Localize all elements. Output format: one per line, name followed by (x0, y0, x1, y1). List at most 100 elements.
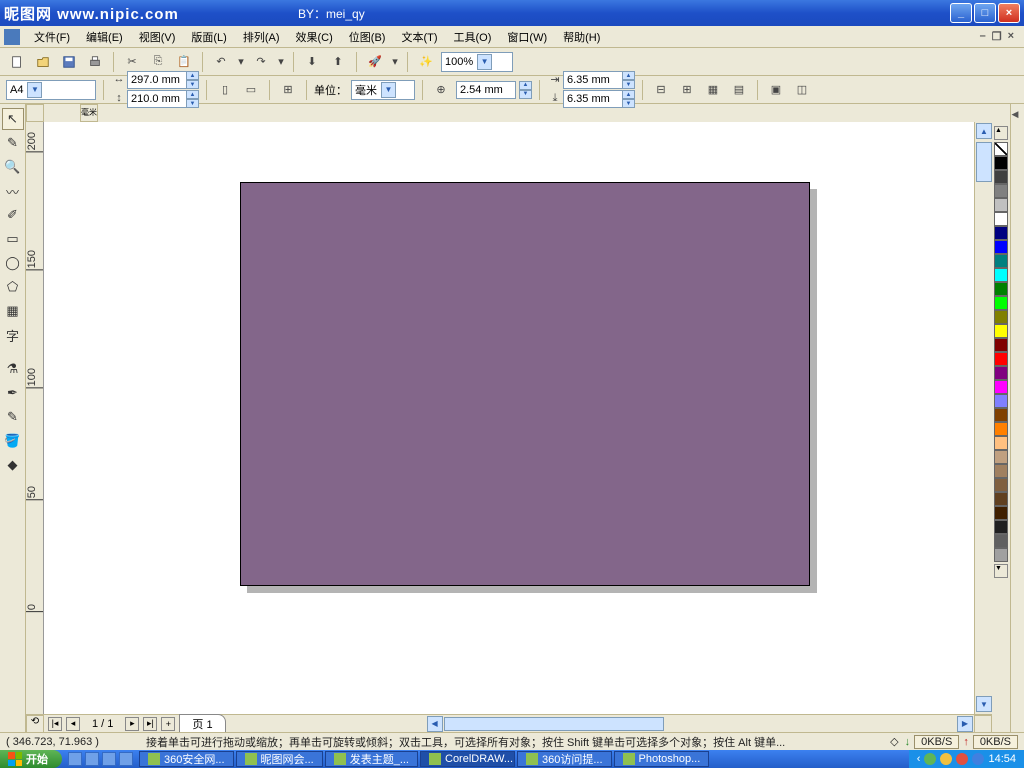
basic-shapes-tool[interactable]: ▦ (2, 300, 24, 322)
rectangle-tool[interactable]: ▭ (2, 228, 24, 250)
redo-dropdown[interactable]: ▾ (276, 51, 286, 73)
doc-restore-button[interactable]: ❐ (992, 30, 1002, 43)
color-swatch[interactable] (994, 156, 1008, 170)
ql-item[interactable] (102, 752, 116, 766)
redo-button[interactable]: ↷ (250, 51, 272, 73)
save-button[interactable] (58, 51, 80, 73)
taskbar-item[interactable]: CorelDRAW... (420, 751, 515, 767)
cut-button[interactable]: ✂ (121, 51, 143, 73)
snap-button-2[interactable]: ⊞ (676, 79, 698, 101)
snap-button-1[interactable]: ⊟ (650, 79, 672, 101)
clock[interactable]: 14:54 (988, 753, 1016, 765)
new-button[interactable] (6, 51, 28, 73)
tray-icon[interactable] (940, 753, 952, 765)
smart-draw-tool[interactable]: ✐ (2, 204, 24, 226)
color-swatch[interactable] (994, 268, 1008, 282)
taskbar-item[interactable]: 360安全网... (139, 751, 234, 767)
color-swatch[interactable] (994, 380, 1008, 394)
resize-corner[interactable] (974, 715, 992, 733)
page-width-input[interactable]: 297.0 mm (127, 71, 187, 89)
tray-icon[interactable] (972, 753, 984, 765)
tray-icon[interactable] (956, 753, 968, 765)
color-swatch[interactable] (994, 394, 1008, 408)
color-swatch[interactable] (994, 324, 1008, 338)
menu-text[interactable]: 文本(T) (393, 26, 445, 48)
palette-up-button[interactable]: ▲ (994, 126, 1008, 140)
spin-up[interactable]: ▲ (186, 90, 199, 99)
hscroll-thumb[interactable] (444, 717, 664, 731)
menu-view[interactable]: 视图(V) (131, 26, 184, 48)
ql-item[interactable] (85, 752, 99, 766)
vertical-scrollbar[interactable]: ▲ ▼ (974, 122, 992, 714)
undo-dropdown[interactable]: ▾ (236, 51, 246, 73)
dup-x-input[interactable]: 6.35 mm (563, 71, 623, 89)
scroll-down-button[interactable]: ▼ (976, 696, 992, 712)
outline-tool[interactable]: ✎ (2, 406, 24, 428)
minimize-button[interactable]: _ (950, 3, 972, 23)
color-swatch[interactable] (994, 170, 1008, 184)
color-swatch[interactable] (994, 338, 1008, 352)
menu-edit[interactable]: 编辑(E) (78, 26, 131, 48)
scroll-right-button[interactable]: ▶ (957, 716, 973, 732)
ellipse-tool[interactable]: ◯ (2, 252, 24, 274)
paper-combo[interactable]: A4▼ (6, 80, 96, 100)
color-swatch[interactable] (994, 520, 1008, 534)
color-swatch[interactable] (994, 296, 1008, 310)
doc-close-button[interactable]: × (1008, 30, 1014, 43)
app-launcher-button[interactable]: 🚀 (364, 51, 386, 73)
portrait-button[interactable]: ▯ (214, 79, 236, 101)
maximize-button[interactable]: □ (974, 3, 996, 23)
copy-button[interactable]: ⎘ (147, 51, 169, 73)
taskbar-item[interactable]: 昵图网会... (236, 751, 323, 767)
color-swatch[interactable] (994, 212, 1008, 226)
corel-online-button[interactable]: ▾ (390, 51, 400, 73)
color-swatch[interactable] (994, 254, 1008, 268)
color-swatch[interactable] (994, 506, 1008, 520)
zoom-tool[interactable]: 🔍 (2, 156, 24, 178)
blend-tool[interactable]: ⚗ (2, 358, 24, 380)
color-swatch[interactable] (994, 198, 1008, 212)
menu-window[interactable]: 窗口(W) (499, 26, 555, 48)
color-swatch[interactable] (994, 422, 1008, 436)
spin-down[interactable]: ▼ (186, 80, 199, 89)
spin-up[interactable]: ▲ (622, 90, 635, 99)
shape-tool[interactable]: ✎ (2, 132, 24, 154)
color-swatch[interactable] (994, 310, 1008, 324)
rectangle-object[interactable] (240, 182, 810, 586)
color-swatch[interactable] (994, 352, 1008, 366)
spin-down[interactable]: ▼ (519, 90, 532, 99)
color-swatch[interactable] (994, 366, 1008, 380)
spin-up[interactable]: ▲ (186, 71, 199, 80)
import-button[interactable]: ⬇ (301, 51, 323, 73)
ql-item[interactable] (68, 752, 82, 766)
menu-arrange[interactable]: 排列(A) (235, 26, 288, 48)
color-swatch[interactable] (994, 142, 1008, 156)
color-swatch[interactable] (994, 464, 1008, 478)
ruler-origin[interactable] (26, 104, 44, 122)
palette-down-button[interactable]: ▼ (994, 564, 1008, 578)
page-tab-1[interactable]: 页 1 (179, 714, 225, 733)
tray-expand-icon[interactable]: ‹ (917, 753, 921, 765)
wand-icon[interactable]: ✨ (415, 51, 437, 73)
paste-button[interactable]: 📋 (173, 51, 195, 73)
spin-down[interactable]: ▼ (622, 80, 635, 89)
close-button[interactable]: × (998, 3, 1020, 23)
open-button[interactable] (32, 51, 54, 73)
landscape-button[interactable]: ▭ (240, 79, 262, 101)
taskbar-item[interactable]: 360访问提... (517, 751, 612, 767)
doc-minimize-button[interactable]: – (980, 30, 986, 43)
snap-button-3[interactable]: ▦ (702, 79, 724, 101)
color-swatch[interactable] (994, 478, 1008, 492)
undo-button[interactable]: ↶ (210, 51, 232, 73)
polygon-tool[interactable]: ⬠ (2, 276, 24, 298)
color-swatch[interactable] (994, 408, 1008, 422)
horizontal-scrollbar[interactable]: ◀ ▶ (426, 715, 974, 733)
pages-icon[interactable]: ⊞ (277, 79, 299, 101)
eyedropper-tool[interactable]: ✒ (2, 382, 24, 404)
text-tool[interactable]: 字 (2, 324, 24, 346)
zoom-combo[interactable]: 100%▼ (441, 52, 513, 72)
vscroll-thumb[interactable] (976, 142, 992, 182)
scroll-left-button[interactable]: ◀ (427, 716, 443, 732)
next-page-button[interactable]: ▸ (125, 717, 139, 731)
last-page-button[interactable]: ▸| (143, 717, 157, 731)
